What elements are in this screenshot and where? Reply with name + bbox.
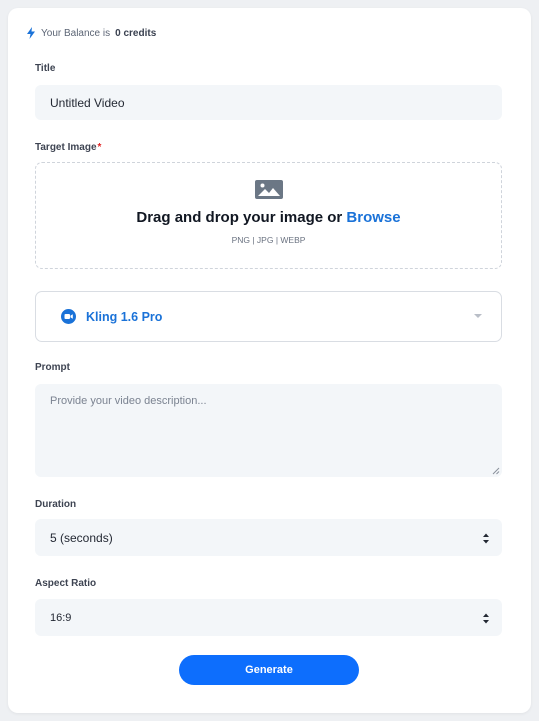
- browse-link[interactable]: Browse: [346, 209, 400, 226]
- balance-prefix: Your Balance is: [41, 27, 111, 39]
- aspect-ratio-select[interactable]: 16:9: [35, 599, 502, 636]
- balance-indicator: Your Balance is 0 credits: [26, 27, 156, 39]
- duration-select[interactable]: 5 (seconds): [35, 519, 502, 556]
- dropzone-title: Drag and drop your image or Browse: [36, 209, 501, 226]
- prompt-placeholder: Provide your video description...: [50, 395, 207, 407]
- video-generator-card: Your Balance is 0 credits Title Untitled…: [8, 8, 531, 713]
- aspect-ratio-value: 16:9: [50, 611, 72, 624]
- target-image-label-text: Target Image: [35, 142, 97, 153]
- duration-value: 5 (seconds): [50, 530, 113, 545]
- chevron-down-icon: [474, 314, 482, 318]
- image-dropzone[interactable]: Drag and drop your image or Browse PNG |…: [35, 162, 502, 269]
- resize-handle-icon[interactable]: [492, 467, 500, 475]
- target-image-label: Target Image*: [35, 142, 101, 153]
- generate-button[interactable]: Generate: [179, 655, 359, 685]
- bolt-icon: [27, 27, 35, 39]
- required-asterisk: *: [97, 142, 102, 153]
- dropzone-text: Drag and drop your image or: [136, 209, 343, 226]
- title-input-value: Untitled Video: [50, 95, 125, 110]
- duration-label: Duration: [35, 499, 77, 510]
- video-camera-icon: [61, 309, 76, 324]
- model-selected-label: Kling 1.6 Pro: [86, 309, 163, 324]
- select-arrows-icon: [483, 613, 489, 624]
- aspect-ratio-label: Aspect Ratio: [35, 578, 97, 589]
- title-input[interactable]: Untitled Video: [35, 85, 502, 120]
- image-icon: [255, 180, 283, 199]
- balance-amount: 0 credits: [115, 27, 157, 39]
- title-label: Title: [35, 63, 56, 74]
- model-select[interactable]: Kling 1.6 Pro: [35, 291, 502, 342]
- prompt-label: Prompt: [35, 362, 70, 373]
- accepted-formats: PNG | JPG | WEBP: [231, 235, 306, 245]
- select-arrows-icon: [483, 533, 489, 544]
- prompt-textarea[interactable]: Provide your video description...: [35, 384, 502, 477]
